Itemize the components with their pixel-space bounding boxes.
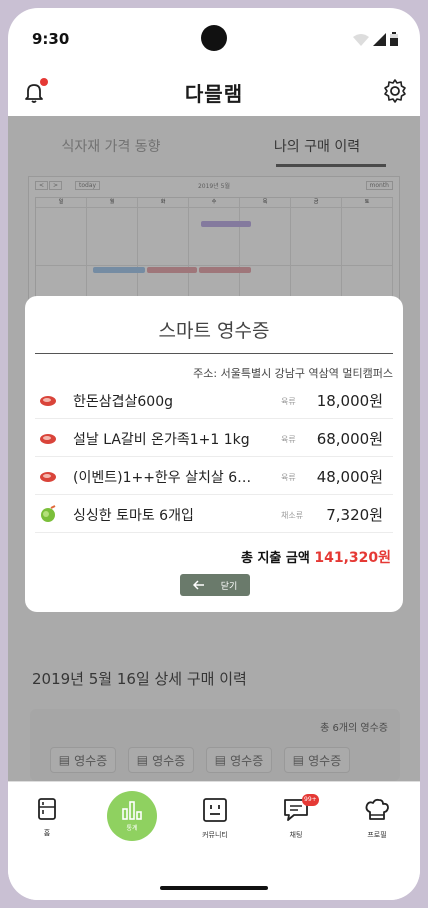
nav-profile-label: 프로필 — [367, 831, 387, 839]
stats-icon — [122, 801, 142, 820]
nav-chat[interactable]: 99+ 채팅 — [266, 794, 326, 840]
receipt-item: (이벤트)1++한우 살치살 6… 육류 48,000원 — [35, 457, 393, 495]
meat-icon — [40, 434, 56, 444]
item-name: 설날 LA갈비 온가족1+1 1kg — [73, 432, 250, 448]
community-icon — [203, 798, 227, 822]
item-price: 48,000원 — [316, 468, 383, 486]
home-indicator[interactable] — [160, 886, 268, 890]
fridge-icon — [38, 798, 56, 820]
nav-home-label: 홈 — [43, 829, 51, 837]
meat-icon — [40, 396, 56, 406]
item-price: 68,000원 — [316, 430, 383, 448]
vegetable-icon — [41, 505, 56, 522]
gear-icon[interactable] — [382, 78, 408, 104]
camera-cutout — [201, 25, 227, 51]
receipt-item: 설날 LA갈비 온가족1+1 1kg 육류 68,000원 — [35, 419, 393, 457]
nav-community[interactable]: 커뮤니티 — [185, 798, 245, 840]
nav-community-label: 커뮤니티 — [202, 831, 228, 839]
total-spent: 총 지출 금액 141,320원 — [241, 547, 391, 567]
status-time: 9:30 — [32, 30, 70, 48]
meat-icon — [40, 472, 56, 482]
item-name: (이벤트)1++한우 살치살 6… — [73, 470, 252, 486]
app-header: 다믈램 — [8, 64, 420, 116]
item-category: 육류 — [281, 397, 296, 406]
nav-home[interactable]: 홈 — [17, 798, 77, 838]
total-label: 총 지출 금액 — [240, 551, 310, 566]
divider — [35, 353, 393, 354]
battery-icon — [390, 32, 398, 46]
item-price: 7,320원 — [326, 506, 383, 524]
receipt-modal: 스마트 영수증 주소: 서울특별시 강남구 역삼역 멀티캠퍼스 한돈삼겹살600… — [25, 296, 403, 612]
arrow-left-icon — [192, 580, 204, 590]
close-button-label: 닫기 — [220, 581, 238, 592]
receipt-items: 한돈삼겹살600g 육류 18,000원 설날 LA갈비 온가족1+1 1kg … — [35, 381, 393, 533]
wifi-icon — [353, 34, 369, 46]
store-address: 주소: 서울특별시 강남구 역삼역 멀티캠퍼스 — [193, 367, 393, 380]
app-logo: 다믈램 — [184, 82, 244, 106]
nav-chat-label: 채팅 — [289, 831, 303, 839]
item-category: 육류 — [281, 435, 296, 444]
receipt-item: 한돈삼겹살600g 육류 18,000원 — [35, 381, 393, 419]
nav-stats-label: 통계 — [126, 825, 138, 832]
nav-stats[interactable]: 통계 — [107, 791, 157, 841]
item-category: 채소류 — [281, 511, 304, 520]
item-category: 육류 — [281, 473, 296, 482]
device-frame: 9:30 다믈램 식자재 가격 동향 나의 구매 이력 < > today 20… — [0, 0, 428, 908]
status-bar: 9:30 — [8, 8, 420, 64]
close-button[interactable]: 닫기 — [180, 574, 250, 596]
phone-screen: 9:30 다믈램 식자재 가격 동향 나의 구매 이력 < > today 20… — [8, 8, 420, 900]
chef-icon — [365, 798, 389, 820]
chat-badge: 99+ — [302, 794, 319, 806]
signal-icon — [373, 33, 386, 46]
modal-title: 스마트 영수증 — [158, 320, 270, 342]
receipt-item: 싱싱한 토마토 6개입 채소류 7,320원 — [35, 495, 393, 533]
item-name: 싱싱한 토마토 6개입 — [73, 508, 194, 524]
total-amount: 141,320원 — [314, 550, 391, 566]
item-price: 18,000원 — [316, 392, 383, 410]
system-icons — [353, 32, 398, 46]
nav-profile[interactable]: 프로필 — [347, 798, 407, 840]
item-name: 한돈삼겹살600g — [73, 394, 174, 410]
bottom-nav: 홈 통계 커뮤니티 99+ 채팅 프로필 — [8, 781, 420, 900]
